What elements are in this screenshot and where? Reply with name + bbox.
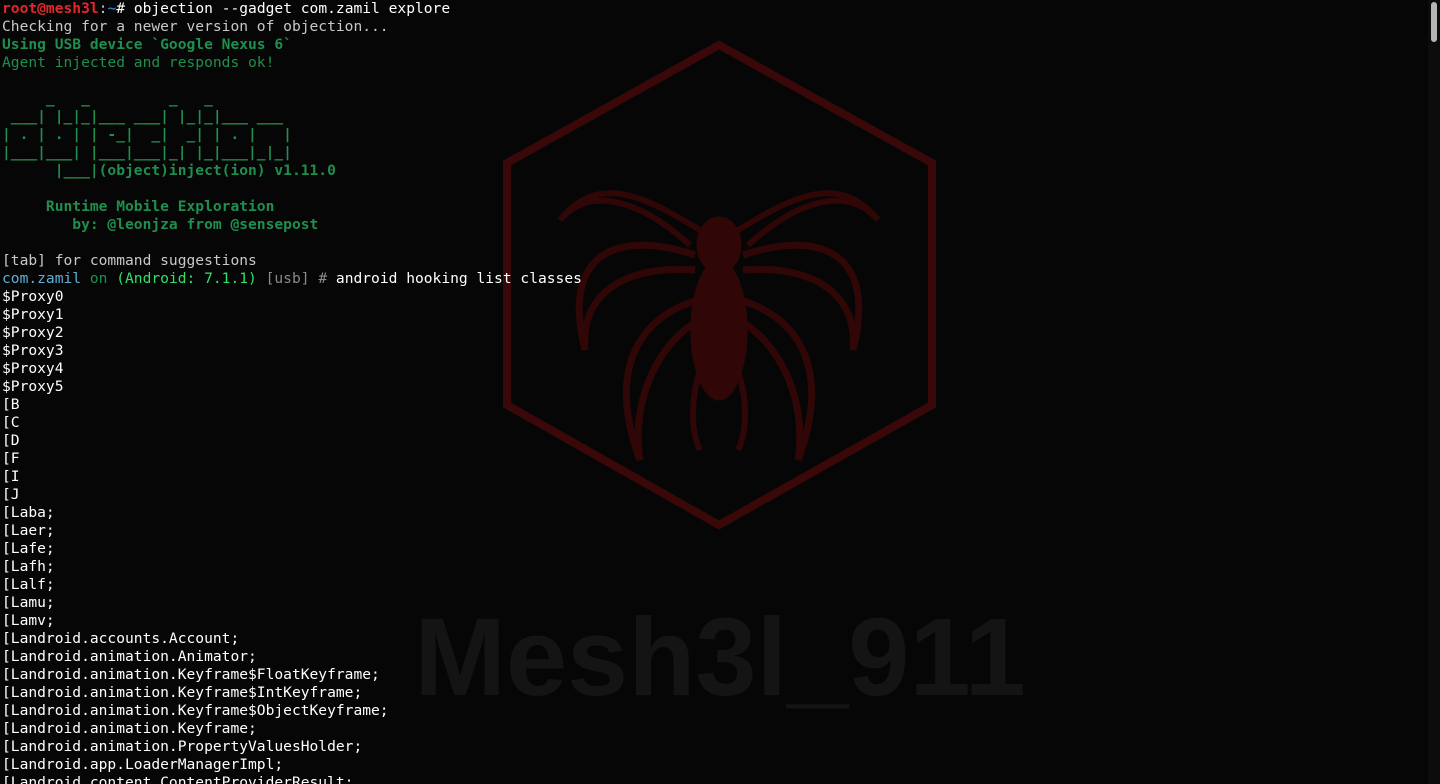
repl-prompt-line: com.zamil on (Android: 7.1.1) [usb] # an… xyxy=(2,270,1422,288)
class-list-item: $Proxy3 xyxy=(2,342,64,359)
class-list-item: [Lamu; xyxy=(2,594,55,611)
class-list-item: [I xyxy=(2,468,20,485)
class-list-item: [D xyxy=(2,432,20,449)
shell-prompt-line: root@mesh3l:~# objection --gadget com.za… xyxy=(2,0,1422,18)
class-list-item: [B xyxy=(2,396,20,413)
status-device: Using USB device `Google Nexus 6` xyxy=(2,36,292,53)
class-list-item: [Landroid.content.ContentProviderResult; xyxy=(2,774,354,784)
scrollbar[interactable] xyxy=(1428,0,1440,784)
tab-hint: [tab] for command suggestions xyxy=(2,252,257,269)
repl-command: android hooking list classes xyxy=(335,270,582,287)
class-list-item: [J xyxy=(2,486,20,503)
class-list-item: $Proxy4 xyxy=(2,360,64,377)
class-list-item: [Landroid.animation.Keyframe$IntKeyframe… xyxy=(2,684,363,701)
class-list-item: [F xyxy=(2,450,20,467)
class-list-item: [Landroid.animation.Keyframe$ObjectKeyfr… xyxy=(2,702,389,719)
class-list-item: [Lafh; xyxy=(2,558,55,575)
class-list-item: [C xyxy=(2,414,20,431)
class-list-item: [Landroid.animation.Animator; xyxy=(2,648,257,665)
repl-transport: [usb] # xyxy=(256,270,336,287)
status-checking: Checking for a newer version of objectio… xyxy=(2,18,389,35)
banner-byline: by: @leonjza from @sensepost xyxy=(2,216,319,233)
repl-on: on xyxy=(81,270,117,287)
banner-art-line: | . | . | | -_| _| _| | . | | xyxy=(2,126,292,143)
class-list-item: [Laer; xyxy=(2,522,55,539)
class-list-item: [Landroid.app.LoaderManagerImpl; xyxy=(2,756,284,773)
scrollbar-thumb[interactable] xyxy=(1431,2,1437,42)
repl-app-name: com.zamil xyxy=(2,270,82,287)
class-list-item: [Lamv; xyxy=(2,612,55,629)
class-list-item: $Proxy5 xyxy=(2,378,64,395)
repl-platform: (Android: 7.1.1) xyxy=(116,270,257,287)
class-list-item: $Proxy1 xyxy=(2,306,64,323)
banner-art-line: _ _ _ _ xyxy=(2,90,213,107)
banner-version-line: |___|(object)inject(ion) v1.11.0 xyxy=(2,162,336,179)
class-list-item: [Landroid.animation.Keyframe$FloatKeyfra… xyxy=(2,666,380,683)
shell-command: objection --gadget com.zamil explore xyxy=(133,0,451,17)
prompt-symbol: # xyxy=(116,0,134,17)
class-list-item: [Laba; xyxy=(2,504,55,521)
class-list-item: [Landroid.accounts.Account; xyxy=(2,630,240,647)
user-host: root@mesh3l xyxy=(2,0,99,17)
class-list-item: $Proxy0 xyxy=(2,288,64,305)
banner-title: Runtime Mobile Exploration xyxy=(2,198,275,215)
class-list: $Proxy0 $Proxy1 $Proxy2 $Proxy3 $Proxy4 $Prox… xyxy=(2,288,1422,784)
class-list-item: [Lalf; xyxy=(2,576,55,593)
class-list-item: [Landroid.animation.Keyframe; xyxy=(2,720,257,737)
class-list-item: [Landroid.animation.PropertyValuesHolder… xyxy=(2,738,363,755)
banner-art-line: |___|___| |___|___|_| |_|___|_|_| xyxy=(2,144,292,161)
banner-art-line: ___| |_|_|___ ___| |_|_|___ ___ xyxy=(2,108,284,125)
status-agent: Agent injected and responds ok! xyxy=(2,54,275,71)
prompt-path: ~ xyxy=(107,0,117,17)
class-list-item: $Proxy2 xyxy=(2,324,64,341)
class-list-item: [Lafe; xyxy=(2,540,55,557)
terminal-output: root@mesh3l:~# objection --gadget com.za… xyxy=(2,0,1422,784)
